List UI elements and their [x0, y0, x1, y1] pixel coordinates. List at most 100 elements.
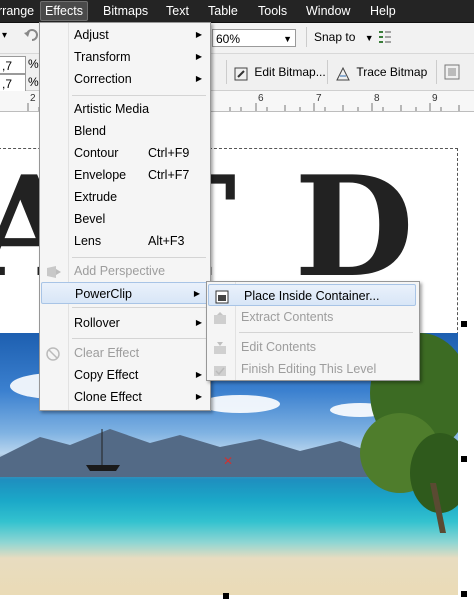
edit-contents-icon: [213, 340, 227, 354]
menu-item-copy-effect[interactable]: Copy Effect ▶: [40, 364, 210, 386]
menu-item-label: Place Inside Container...: [244, 289, 380, 303]
menu-item-shortcut: Alt+F3: [148, 234, 185, 248]
perspective-icon: [46, 264, 62, 278]
menu-tools[interactable]: Tools: [254, 3, 291, 19]
menu-item-transform[interactable]: Transform ▶: [40, 46, 210, 68]
position-y-field[interactable]: ,7: [0, 74, 26, 92]
menu-separator: [72, 307, 206, 308]
selection-handle[interactable]: [223, 593, 229, 599]
menu-item-extract-contents: Extract Contents: [207, 306, 417, 328]
menu-window[interactable]: Window: [302, 3, 354, 19]
menu-item-label: Lens: [74, 234, 102, 248]
edit-bitmap-button[interactable]: Edit Bitmap...: [234, 61, 326, 83]
powerclip-submenu: Place Inside Container... Extract Conten…: [206, 281, 420, 381]
menu-item-label: Transform: [74, 50, 131, 64]
percent-unit-2: %: [28, 75, 39, 89]
menu-item-label: Envelope: [74, 168, 127, 182]
toolbar-divider: [327, 60, 328, 84]
menu-item-shortcut: Ctrl+F7: [148, 168, 190, 182]
menu-item-finish-editing: Finish Editing This Level: [207, 358, 417, 380]
menu-item-correction[interactable]: Correction ▶: [40, 68, 210, 90]
selection-handle[interactable]: [461, 456, 467, 462]
submenu-arrow-icon: ▶: [195, 74, 202, 83]
submenu-arrow-icon: ▶: [195, 318, 202, 327]
menu-bitmaps[interactable]: Bitmaps: [99, 3, 152, 19]
menu-text[interactable]: Text: [162, 3, 193, 19]
sailboat-shape: [86, 429, 120, 471]
bitmap-frame-icon[interactable]: [444, 64, 460, 80]
edit-bitmap-label: Edit Bitmap...: [254, 65, 326, 79]
menu-item-label: Edit Contents: [241, 340, 317, 354]
percent-unit-1: %: [28, 57, 39, 71]
menu-item-lens[interactable]: Lens Alt+F3: [40, 230, 210, 252]
extract-contents-icon: [213, 310, 227, 324]
menu-item-label: Artistic Media: [74, 102, 150, 116]
menu-separator: [239, 332, 413, 333]
toolbar-divider: [306, 27, 307, 47]
menu-item-edit-contents: Edit Contents: [207, 336, 417, 358]
center-marker-icon: ✕: [223, 454, 234, 468]
menu-item-add-perspective: Add Perspective: [40, 260, 210, 282]
menu-item-powerclip[interactable]: PowerClip ▶: [41, 282, 209, 304]
effects-dropdown-menu: Adjust ▶ Transform ▶ Correction ▶ Artist…: [39, 22, 211, 411]
clear-effect-icon: [46, 346, 60, 361]
place-inside-container-icon: [215, 289, 229, 304]
menu-help[interactable]: Help: [366, 3, 400, 19]
menu-item-label: Adjust: [74, 28, 109, 42]
menu-item-label: Add Perspective: [74, 264, 166, 278]
selection-handle[interactable]: [461, 321, 467, 327]
menu-separator: [72, 95, 206, 96]
finish-editing-icon: [213, 362, 227, 376]
edit-bitmap-icon: [234, 66, 248, 81]
menu-item-contour[interactable]: Contour Ctrl+F9: [40, 142, 210, 164]
position-x-value: ,7: [2, 59, 13, 73]
menu-item-label: Correction: [74, 72, 132, 86]
menu-item-envelope[interactable]: Envelope Ctrl+F7: [40, 164, 210, 186]
menu-item-label: Extrude: [74, 190, 118, 204]
menu-item-clear-effect: Clear Effect: [40, 342, 210, 364]
menu-bar: rrange Effects Bitmaps Text Table Tools …: [0, 0, 474, 23]
submenu-arrow-icon: ▶: [195, 392, 202, 401]
undo-icon[interactable]: [24, 28, 38, 42]
submenu-arrow-icon: ▶: [195, 30, 202, 39]
menu-item-clone-effect[interactable]: Clone Effect ▶: [40, 386, 210, 408]
snap-to-button[interactable]: Snap to ▼: [314, 26, 374, 48]
menu-item-artistic-media[interactable]: Artistic Media: [40, 98, 210, 120]
menu-item-bevel[interactable]: Bevel: [40, 208, 210, 230]
menu-item-blend[interactable]: Blend: [40, 120, 210, 142]
menu-item-label: Rollover: [74, 316, 120, 330]
menu-separator: [72, 338, 206, 339]
menu-item-label: Finish Editing This Level: [241, 362, 377, 376]
trace-bitmap-label: Trace Bitmap: [356, 65, 428, 79]
snap-options-icon[interactable]: [378, 29, 392, 45]
toolbar-divider: [436, 60, 437, 84]
menu-item-label: Clone Effect: [74, 390, 142, 404]
menu-arrange[interactable]: rrange: [0, 3, 38, 19]
menu-item-rollover[interactable]: Rollover ▶: [40, 312, 210, 334]
menu-table[interactable]: Table: [204, 3, 242, 19]
trace-bitmap-button[interactable]: Trace Bitmap: [336, 61, 427, 83]
submenu-arrow-icon: ▶: [195, 370, 202, 379]
selection-handle[interactable]: [461, 591, 467, 597]
menu-item-adjust[interactable]: Adjust ▶: [40, 24, 210, 46]
menu-separator: [72, 257, 206, 258]
menu-item-label: Extract Contents: [241, 310, 334, 324]
zoom-level-select[interactable]: 60% ▼: [212, 29, 296, 47]
zoom-level-value: 60%: [216, 32, 241, 46]
chevron-down-icon: ▼: [364, 33, 374, 43]
menu-item-extrude[interactable]: Extrude: [40, 186, 210, 208]
chevron-down-icon[interactable]: ▾: [2, 30, 7, 41]
menu-item-shortcut: Ctrl+F9: [148, 146, 190, 160]
menu-item-label: Bevel: [74, 212, 106, 226]
snap-to-label: Snap to: [314, 30, 356, 44]
menu-item-place-inside-container[interactable]: Place Inside Container...: [208, 284, 416, 306]
toolbar-divider: [226, 60, 227, 84]
submenu-arrow-icon: ▶: [195, 52, 202, 61]
menu-effects[interactable]: Effects: [40, 1, 88, 21]
menu-item-label: PowerClip: [75, 287, 132, 301]
submenu-arrow-icon: ▶: [193, 289, 200, 298]
menu-item-label: Contour: [74, 146, 119, 160]
position-x-field[interactable]: ,7: [0, 56, 26, 74]
position-y-value: ,7: [2, 77, 13, 91]
menu-item-label: Blend: [74, 124, 106, 138]
